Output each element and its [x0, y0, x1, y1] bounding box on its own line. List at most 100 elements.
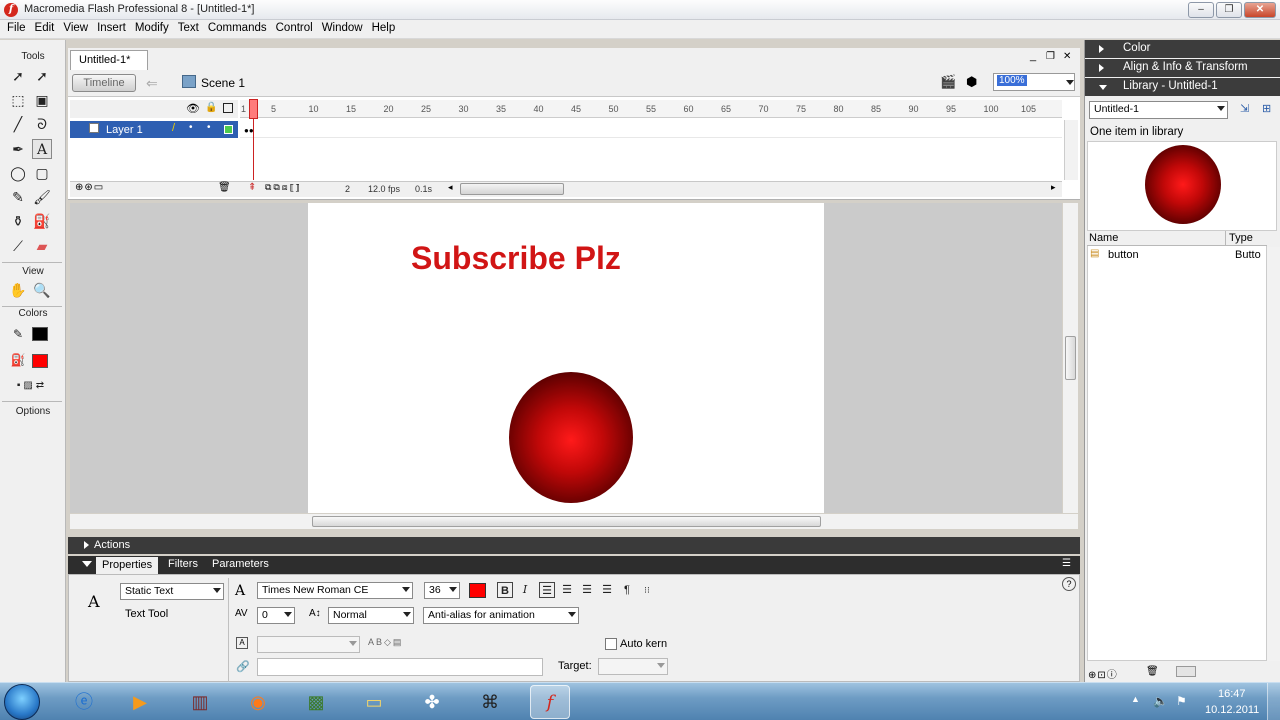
paragraph-format-icon[interactable]: ¶ — [619, 582, 635, 598]
menu-text[interactable]: Text — [174, 20, 203, 34]
free-transform-tool-icon[interactable]: ⬚ — [8, 90, 28, 110]
doc-minimize-icon[interactable]: _ — [1030, 50, 1036, 62]
start-button[interactable] — [4, 684, 40, 720]
tab-properties[interactable]: Properties — [96, 557, 158, 574]
menu-file[interactable]: File — [3, 20, 30, 34]
italic-button[interactable]: I — [517, 582, 533, 598]
media-player-icon[interactable]: ▶ — [120, 685, 160, 719]
menu-help[interactable]: Help — [368, 20, 400, 34]
eraser-tool-icon[interactable]: ▰ — [32, 236, 52, 256]
actions-label[interactable]: Actions — [94, 539, 130, 551]
frame-rate[interactable]: 12.0 fps — [368, 184, 400, 194]
doc-close-icon[interactable]: ✕ — [1063, 51, 1071, 62]
fill-transform-tool-icon[interactable]: ▣ — [32, 90, 52, 110]
menu-modify[interactable]: Modify — [131, 20, 173, 34]
button-symbol-circle[interactable] — [509, 372, 633, 503]
outline-icon[interactable] — [223, 103, 233, 113]
restore-button[interactable]: ❐ — [1216, 2, 1242, 18]
rectangle-tool-icon[interactable]: ▢ — [32, 163, 52, 183]
flash-app-icon[interactable]: f — [4, 3, 18, 17]
library-bottom-icons[interactable]: ⊕⊡ⓘ — [1088, 666, 1118, 681]
menu-edit[interactable]: Edit — [31, 20, 59, 34]
instance-name-field[interactable] — [257, 636, 360, 653]
align-right-icon[interactable]: ☰ — [579, 582, 595, 598]
align-panel-header[interactable]: Align & Info & Transform — [1085, 59, 1280, 77]
tab-filters[interactable]: Filters — [168, 558, 198, 570]
library-hscroll-thumb[interactable] — [1176, 666, 1196, 677]
text-tool-icon[interactable]: A — [32, 139, 52, 159]
text-type-select[interactable]: Static Text — [120, 583, 224, 600]
delete-layer-icon[interactable]: 🗑 — [218, 182, 231, 193]
library-item-name[interactable]: button — [1108, 249, 1139, 261]
text-color-swatch[interactable] — [469, 583, 486, 598]
subselect-tool-icon[interactable]: ➚ — [32, 66, 52, 86]
timeline-horizontal-scroll-thumb[interactable] — [460, 183, 564, 195]
pencil-tool-icon[interactable]: ✎ — [8, 187, 28, 207]
tl-scroll-right-icon[interactable]: ▸ — [1051, 182, 1056, 193]
library-panel-header[interactable]: Library - Untitled-1 — [1085, 78, 1280, 96]
tl-scroll-left-icon[interactable]: ◂ — [448, 182, 453, 193]
library-scrollbar[interactable] — [1267, 247, 1280, 661]
zoom-dropdown-icon[interactable] — [1066, 80, 1074, 85]
col-name-header[interactable]: Name — [1089, 232, 1118, 244]
fill-color-swatch[interactable] — [32, 354, 48, 368]
inkscape-icon[interactable]: ⌘ — [470, 685, 510, 719]
pin-library-icon[interactable]: ⇲ — [1240, 102, 1249, 115]
tray-expand-icon[interactable]: ▲ — [1131, 694, 1140, 704]
line-tool-icon[interactable]: ╱ — [8, 114, 28, 134]
onion-skin-icons[interactable]: ⧉⧉⧈⟦⟧ — [265, 182, 302, 193]
timeline-vertical-scrollbar[interactable] — [1064, 120, 1078, 180]
paint-bucket-tool-icon[interactable]: ⛽ — [32, 211, 52, 231]
winrar-icon[interactable]: ▥ — [180, 685, 220, 719]
bold-button[interactable]: B — [497, 582, 513, 598]
minimize-button[interactable]: – — [1188, 2, 1214, 18]
letter-spacing-field[interactable]: 0 — [257, 607, 295, 624]
flash-taskbar-icon[interactable]: f — [530, 685, 570, 719]
close-button[interactable]: ✕ — [1244, 2, 1276, 18]
panel-menu-icon[interactable]: ☰ — [1062, 558, 1071, 569]
stage-text[interactable]: Subscribe Plz — [411, 240, 621, 277]
menu-control[interactable]: Control — [272, 20, 317, 34]
media-center-icon[interactable]: ✤ — [412, 685, 452, 719]
edit-symbols-icon[interactable]: ⬢ — [966, 74, 977, 90]
new-library-icon[interactable]: ⊞ — [1262, 102, 1271, 115]
actions-expand-icon[interactable] — [84, 541, 89, 549]
layer-name[interactable]: Layer 1 — [106, 124, 143, 136]
column-divider[interactable] — [1225, 231, 1226, 246]
internet-explorer-icon[interactable]: ⓔ — [64, 685, 104, 719]
lock-dot-icon[interactable]: • — [207, 122, 211, 133]
char-position-select[interactable]: Normal — [328, 607, 414, 624]
hand-tool-icon[interactable]: ✋ — [8, 280, 28, 300]
back-arrow-icon[interactable]: ⇐ — [146, 75, 158, 92]
show-desktop-button[interactable] — [1267, 683, 1280, 720]
frames-row[interactable] — [240, 121, 1062, 138]
properties-collapse-icon[interactable] — [82, 561, 92, 567]
firefox-icon[interactable]: ◉ — [238, 685, 278, 719]
col-type-header[interactable]: Type — [1229, 232, 1253, 244]
oval-tool-icon[interactable]: ◯ — [8, 163, 28, 183]
target-select[interactable] — [598, 658, 668, 675]
align-left-icon[interactable]: ☰ — [539, 582, 555, 598]
color-panel-header[interactable]: Color — [1085, 40, 1280, 58]
clock-time[interactable]: 16:47 — [1218, 688, 1246, 700]
insert-layer-icons[interactable]: ⊕⊛▭ — [75, 182, 104, 193]
menu-commands[interactable]: Commands — [204, 20, 271, 34]
doc-restore-icon[interactable]: ❐ — [1046, 51, 1055, 62]
justify-icon[interactable]: ☰ — [599, 582, 615, 598]
stage-vertical-scroll-thumb[interactable] — [1065, 336, 1076, 380]
edit-scene-icon[interactable]: 🎬 — [940, 74, 956, 90]
menu-view[interactable]: View — [59, 20, 92, 34]
arrow-tool-icon[interactable]: ➚ — [8, 66, 28, 86]
network-flag-icon[interactable]: ⚑ — [1176, 694, 1187, 708]
align-center-icon[interactable]: ☰ — [559, 582, 575, 598]
pen-tool-icon[interactable]: ✒ — [8, 139, 28, 159]
library-document-select[interactable]: Untitled-1 — [1089, 101, 1228, 119]
stroke-color-swatch[interactable] — [32, 327, 48, 341]
ink-bottle-tool-icon[interactable]: ⚱ — [8, 211, 28, 231]
visibility-dot-icon[interactable]: • — [189, 122, 193, 133]
clock-date[interactable]: 10.12.2011 — [1205, 704, 1259, 716]
outline-color-icon[interactable] — [224, 125, 233, 134]
color-swap-icons[interactable]: ▪▨⇄ — [6, 376, 58, 396]
minecraft-icon[interactable]: ▩ — [296, 685, 336, 719]
show-hide-eye-icon[interactable]: 👁 — [186, 102, 200, 115]
